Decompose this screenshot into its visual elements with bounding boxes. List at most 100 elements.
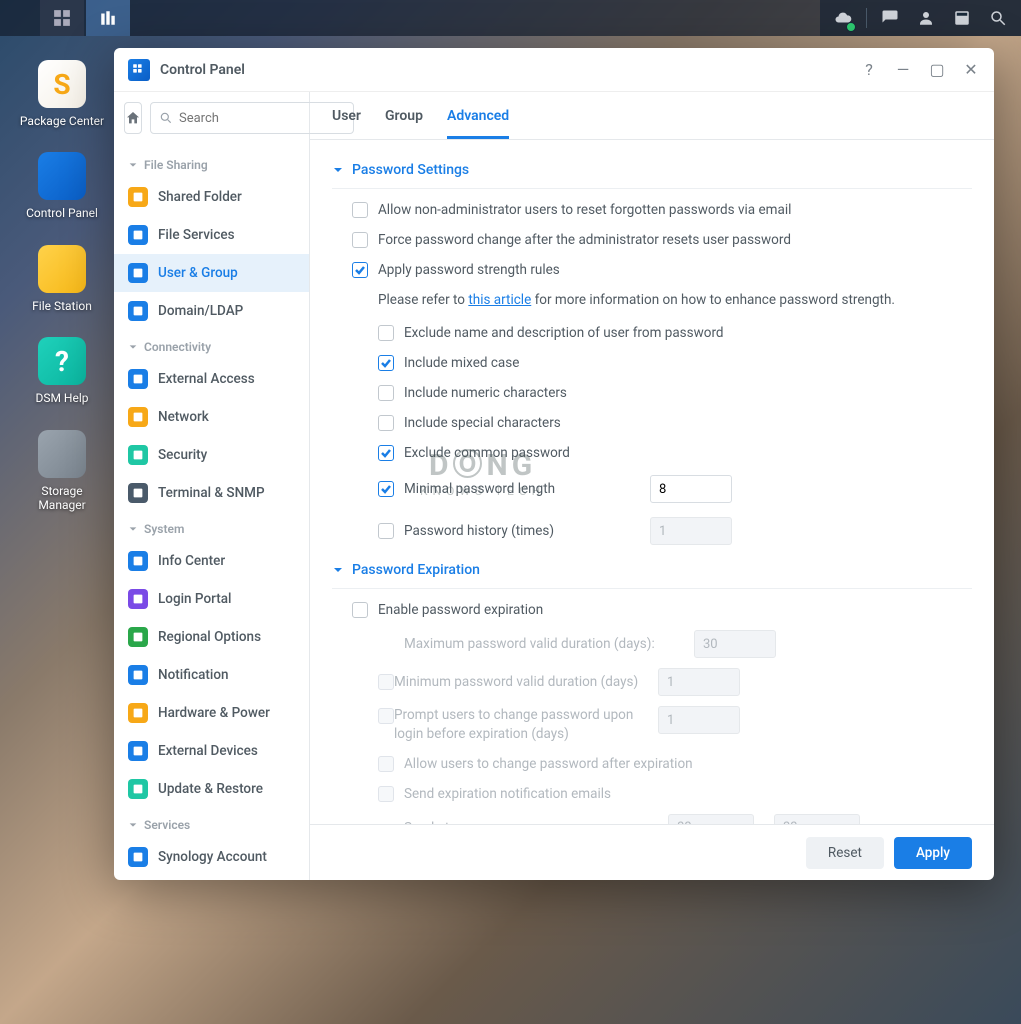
cloud-status-icon[interactable] [826, 0, 860, 36]
chk-mixed-case[interactable] [378, 355, 394, 371]
sidebar-item[interactable]: Shared Folder [114, 178, 309, 216]
desktop-item-label: Package Center [20, 114, 104, 128]
input-prompt [658, 706, 740, 734]
sidebar-item[interactable]: External Access [114, 360, 309, 398]
sidebar-item[interactable]: Update & Restore [114, 770, 309, 808]
sidebar-item[interactable]: Synology Account [114, 838, 309, 876]
lbl-mixed-case: Include mixed case [404, 355, 519, 371]
sidebar-item[interactable]: Terminal & SNMP [114, 474, 309, 512]
sidebar-item[interactable]: Regional Options [114, 618, 309, 656]
lbl-min-length: Minimal password length [404, 481, 555, 497]
sidebar-item-icon [128, 445, 148, 465]
chk-special[interactable] [378, 415, 394, 431]
sidebar-item[interactable]: Network [114, 398, 309, 436]
help-link[interactable]: this article [468, 292, 531, 308]
taskbar-control-panel-button[interactable] [86, 0, 130, 36]
titlebar: Control Panel ? — ▢ ✕ [114, 48, 994, 92]
tab-user[interactable]: User [332, 108, 361, 139]
sidebar-item-label: Security [158, 447, 207, 463]
lbl-prompt: Prompt users to change password upon log… [394, 706, 658, 744]
sidebar-item-icon [128, 407, 148, 427]
window-title: Control Panel [160, 62, 245, 78]
sidebar-item-label: Update & Restore [158, 781, 263, 797]
chk-allow-change [378, 756, 394, 772]
sidebar-item-icon [128, 551, 148, 571]
sidebar-item-label: Shared Folder [158, 189, 242, 205]
close-button[interactable]: ✕ [962, 60, 980, 79]
desktop-item[interactable]: ?DSM Help [18, 337, 106, 405]
apply-button[interactable]: Apply [894, 837, 972, 869]
help-text: Please refer to this article for more in… [332, 285, 972, 318]
help-button[interactable]: ? [860, 60, 878, 79]
desktop-item-label: File Station [32, 299, 92, 313]
home-button[interactable] [124, 102, 142, 134]
sidebar-section-header[interactable]: Services [114, 808, 309, 838]
chk-history[interactable] [378, 523, 394, 539]
sidebar-item-icon [128, 301, 148, 321]
section-password-expiration[interactable]: Password Expiration [332, 552, 972, 588]
messages-icon[interactable] [873, 0, 907, 36]
lbl-apply-rules: Apply password strength rules [378, 262, 560, 278]
tab-group[interactable]: Group [385, 108, 423, 139]
lbl-numeric: Include numeric characters [404, 385, 567, 401]
sidebar-item[interactable]: Notification [114, 656, 309, 694]
chk-enable-expiration[interactable] [352, 602, 368, 618]
lbl-exclude-common: Exclude common password [404, 445, 570, 461]
tabs: User Group Advanced [310, 92, 994, 140]
sidebar-item-icon [128, 187, 148, 207]
widgets-icon[interactable] [945, 0, 979, 36]
chk-min-length[interactable] [378, 481, 394, 497]
chk-send-email [378, 786, 394, 802]
sidebar-item-label: External Devices [158, 743, 258, 759]
sidebar-item[interactable]: Login Portal [114, 580, 309, 618]
control-panel-window: Control Panel ? — ▢ ✕ File Sharing Shared… [114, 48, 994, 880]
maximize-button[interactable]: ▢ [928, 60, 946, 79]
chk-apply-rules[interactable] [352, 262, 368, 278]
sidebar-section-header[interactable]: System [114, 512, 309, 542]
lbl-allow-change: Allow users to change password after exp… [404, 756, 693, 772]
tab-advanced[interactable]: Advanced [447, 108, 509, 139]
sidebar-item-label: File Services [158, 227, 235, 243]
desktop-item[interactable]: SPackage Center [18, 60, 106, 128]
sidebar-item-label: Hardware & Power [158, 705, 270, 721]
desktop-item-icon [38, 152, 86, 200]
sidebar-item-icon [128, 665, 148, 685]
desktop-item-icon: ? [38, 337, 86, 385]
section-password-settings[interactable]: Password Settings [332, 152, 972, 188]
sidebar-item[interactable]: User & Group [114, 254, 309, 292]
chk-force-change[interactable] [352, 232, 368, 248]
sidebar-section-header[interactable]: File Sharing [114, 148, 309, 178]
input-min-length[interactable] [650, 475, 732, 503]
user-icon[interactable] [909, 0, 943, 36]
sidebar-item-label: External Access [158, 371, 255, 387]
chk-allow-reset[interactable] [352, 202, 368, 218]
sidebar-item[interactable]: File Services [114, 216, 309, 254]
sidebar-section-header[interactable]: Connectivity [114, 330, 309, 360]
reset-button[interactable]: Reset [806, 837, 884, 869]
desktop-item[interactable]: Control Panel [18, 152, 106, 220]
sidebar-item-label: User & Group [158, 265, 238, 281]
chk-exclude-name[interactable] [378, 325, 394, 341]
input-history [650, 517, 732, 545]
sidebar-item[interactable]: Application Privileges [114, 876, 309, 880]
app-icon [128, 59, 150, 81]
desktop-item[interactable]: Storage Manager [18, 430, 106, 513]
sidebar-item-icon [128, 589, 148, 609]
sidebar: File Sharing Shared Folder File Services Us… [114, 92, 310, 880]
search-icon[interactable] [981, 0, 1015, 36]
sidebar-item-icon [128, 847, 148, 867]
sidebar-item[interactable]: Domain/LDAP [114, 292, 309, 330]
taskbar-apps-button[interactable] [40, 0, 84, 36]
sidebar-item-label: Login Portal [158, 591, 231, 607]
desktop-icons: SPackage Center Control Panel File Station… [18, 60, 106, 512]
desktop-item[interactable]: File Station [18, 245, 106, 313]
sidebar-item[interactable]: Hardware & Power [114, 694, 309, 732]
chk-numeric[interactable] [378, 385, 394, 401]
sidebar-item[interactable]: Info Center [114, 542, 309, 580]
minimize-button[interactable]: — [894, 60, 912, 79]
sidebar-item-icon [128, 483, 148, 503]
sidebar-item[interactable]: Security [114, 436, 309, 474]
chk-exclude-common[interactable] [378, 445, 394, 461]
sidebar-item[interactable]: External Devices [114, 732, 309, 770]
sidebar-item-icon [128, 369, 148, 389]
